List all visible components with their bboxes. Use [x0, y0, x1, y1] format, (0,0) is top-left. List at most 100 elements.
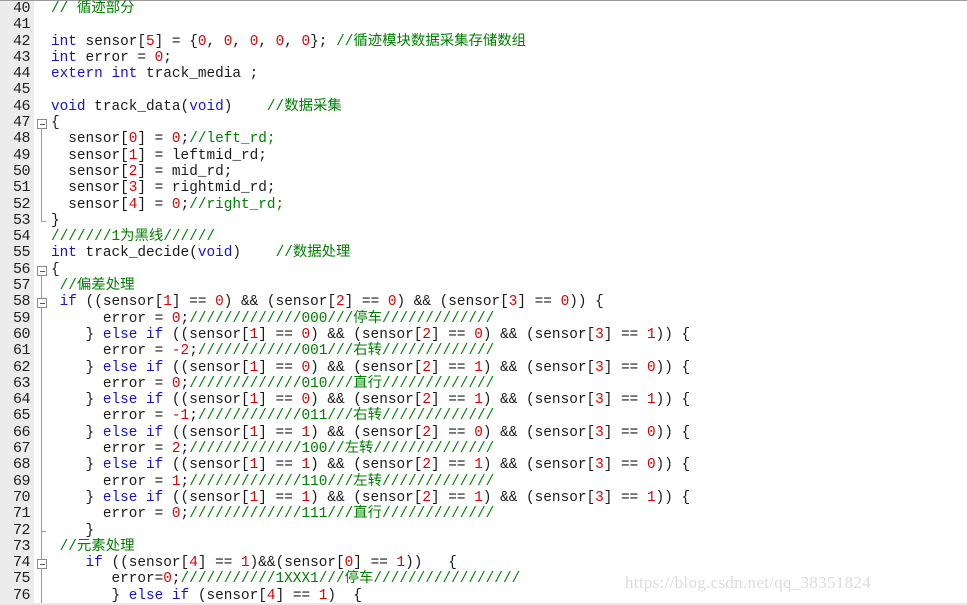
number-token: 1	[474, 392, 483, 409]
fold-guide	[36, 1, 48, 17]
collapse-icon[interactable]	[36, 115, 48, 133]
code-text: int track_decide(void) //数据处理	[51, 245, 350, 261]
comment-token: ///////////1XXX1///停车/////////////////	[180, 571, 521, 588]
code-token: sensor[	[51, 147, 129, 164]
line-number: 52	[12, 195, 31, 213]
code-token: ] ==	[431, 489, 475, 506]
code-line[interactable]: 47 {	[0, 114, 967, 133]
code-token: ;	[180, 196, 190, 213]
comment-token: // 循迹部分	[51, 1, 135, 17]
code-line[interactable]: 57 //偏差处理	[0, 277, 967, 295]
code-token: ;	[180, 310, 190, 327]
code-line[interactable]: 64 } else if ((sensor[1] == 0) && (senso…	[0, 391, 967, 409]
code-token: ;	[180, 375, 190, 392]
code-token: )) {	[655, 457, 691, 474]
code-line[interactable]: 42 int sensor[5] = {0, 0, 0, 0, 0}; //循迹模…	[0, 33, 967, 50]
code-line[interactable]: 71 error = 0;/////////////111///直行//////…	[0, 505, 967, 523]
code-editor[interactable]: 40// 循迹部分 41 42 int sensor[5] = {0, 0, 0, 0…	[0, 0, 967, 605]
number-token: 0	[344, 555, 354, 572]
code-line[interactable]: 60 } else if ((sensor[1] == 0) && (senso…	[0, 326, 967, 344]
number-token: -1	[171, 408, 190, 425]
code-line[interactable]: 72 }	[0, 522, 967, 539]
keyword-token: int	[111, 66, 138, 83]
code-line[interactable]: 50 sensor[2] = mid_rd;	[0, 162, 967, 181]
code-token: ] = mid_rd;	[137, 163, 233, 180]
code-text: error=0;///////////1XXX1///停车///////////…	[51, 571, 520, 587]
code-line[interactable]: 40 // 循迹部分	[0, 0, 967, 17]
code-token: ,	[284, 33, 302, 50]
number-token: 2	[422, 457, 432, 474]
comment-token: ////////////001///右转/////////////	[197, 343, 495, 360]
line-number: 68	[12, 456, 31, 474]
code-line[interactable]: 56 {	[0, 261, 967, 279]
fold-guide	[36, 17, 48, 33]
code-line[interactable]: 41	[0, 16, 967, 33]
code-line[interactable]: 46 void track_data(void) //数据采集	[0, 98, 967, 115]
line-number: 57	[12, 277, 31, 295]
code-text: error = 0;/////////////000///停车/////////…	[51, 310, 495, 327]
number-token: 2	[422, 489, 432, 506]
code-line[interactable]: 44 extern int track_media ;	[0, 65, 967, 83]
fold-guide	[36, 278, 48, 295]
code-token: ] ==	[258, 489, 302, 506]
code-line[interactable]: 48 sensor[0] = 0;//left_rd;	[0, 131, 967, 148]
line-number: 76	[12, 586, 31, 604]
code-line[interactable]: 62 } else if ((sensor[1] == 0) && (senso…	[0, 359, 967, 376]
code-line[interactable]: 49 sensor[1] = leftmid_rd;	[0, 147, 967, 164]
number-token: 1	[474, 489, 483, 506]
number-token: 0	[171, 310, 181, 327]
code-line[interactable]: 74 if ((sensor[4] == 1)&&(sensor[0] == 1…	[0, 554, 967, 573]
number-token: 0	[275, 33, 285, 50]
code-token: ] ==	[431, 326, 475, 343]
code-line[interactable]: 65 error = -1;////////////011///右转//////…	[0, 408, 967, 425]
number-token: 0	[474, 424, 483, 441]
code-line[interactable]: 67 error = 2;/////////////100//左转///////…	[0, 440, 967, 458]
code-line[interactable]: 68 } else if ((sensor[1] == 1) && (senso…	[0, 456, 967, 474]
line-number: 45	[12, 81, 31, 99]
code-text: if ((sensor[4] == 1)&&(sensor[0] == 1)) …	[51, 555, 457, 571]
line-number: 50	[12, 162, 31, 180]
code-line[interactable]: 54 ///////1为黑线//////	[0, 228, 967, 245]
number-token: 3	[595, 392, 604, 409]
code-line[interactable]: 70 } else if ((sensor[1] == 1) && (senso…	[0, 489, 967, 507]
fold-guide	[36, 326, 48, 344]
code-line[interactable]: 52 sensor[4] = 0;//right_rd;	[0, 195, 967, 213]
code-line[interactable]: 59 error = 0;/////////////000///停车//////…	[0, 310, 967, 327]
collapse-icon[interactable]	[36, 294, 48, 312]
keyword-token: if	[85, 555, 103, 572]
number-token: 1	[646, 326, 656, 343]
code-line[interactable]: 66 } else if ((sensor[1] == 1) && (senso…	[0, 424, 967, 442]
collapse-icon[interactable]	[36, 555, 48, 573]
code-line[interactable]: 63 error = 0;/////////////010///直行//////…	[0, 375, 967, 393]
keyword-token: void	[197, 245, 233, 262]
code-line[interactable]: 58 if ((sensor[1] == 0) && (sensor[2] ==…	[0, 294, 967, 312]
code-line[interactable]: 53}	[0, 212, 967, 229]
line-number: 55	[12, 244, 31, 262]
code-token: error =	[51, 375, 172, 392]
code-line[interactable]: 69 error = 1;/////////////110///左转//////…	[0, 473, 967, 490]
code-line[interactable]: 45	[0, 81, 967, 99]
number-token: 1	[396, 555, 406, 572]
code-line[interactable]: 55 int track_decide(void) //数据处理	[0, 244, 967, 262]
code-token: )) {	[655, 392, 691, 409]
code-token: sensor[	[51, 131, 129, 148]
collapse-icon[interactable]	[36, 262, 48, 279]
code-line[interactable]: 43 int error = 0;	[0, 49, 967, 66]
code-token: ] = leftmid_rd;	[137, 147, 267, 164]
code-token: }	[51, 212, 60, 229]
code-token: )) {	[655, 424, 691, 441]
code-line[interactable]: 61 error = -2;////////////001///右转//////…	[0, 342, 967, 360]
number-token: 1	[249, 457, 259, 474]
code-line[interactable]: 73 //元素处理	[0, 537, 967, 556]
code-token: sensor[	[76, 33, 147, 50]
number-token: 0	[171, 375, 181, 392]
code-token: ((sensor[	[163, 326, 250, 343]
code-token: ;	[180, 473, 190, 490]
code-token: ] = {	[154, 33, 198, 50]
fold-guide	[36, 180, 48, 197]
code-area[interactable]: 40// 循迹部分 41 42 int sensor[5] = {0, 0, 0, 0…	[0, 0, 967, 604]
line-number: 73	[12, 537, 31, 555]
code-line[interactable]: 51 sensor[3] = rightmid_rd;	[0, 179, 967, 197]
keyword-token: int	[51, 245, 77, 262]
line-number: 64	[12, 391, 31, 409]
